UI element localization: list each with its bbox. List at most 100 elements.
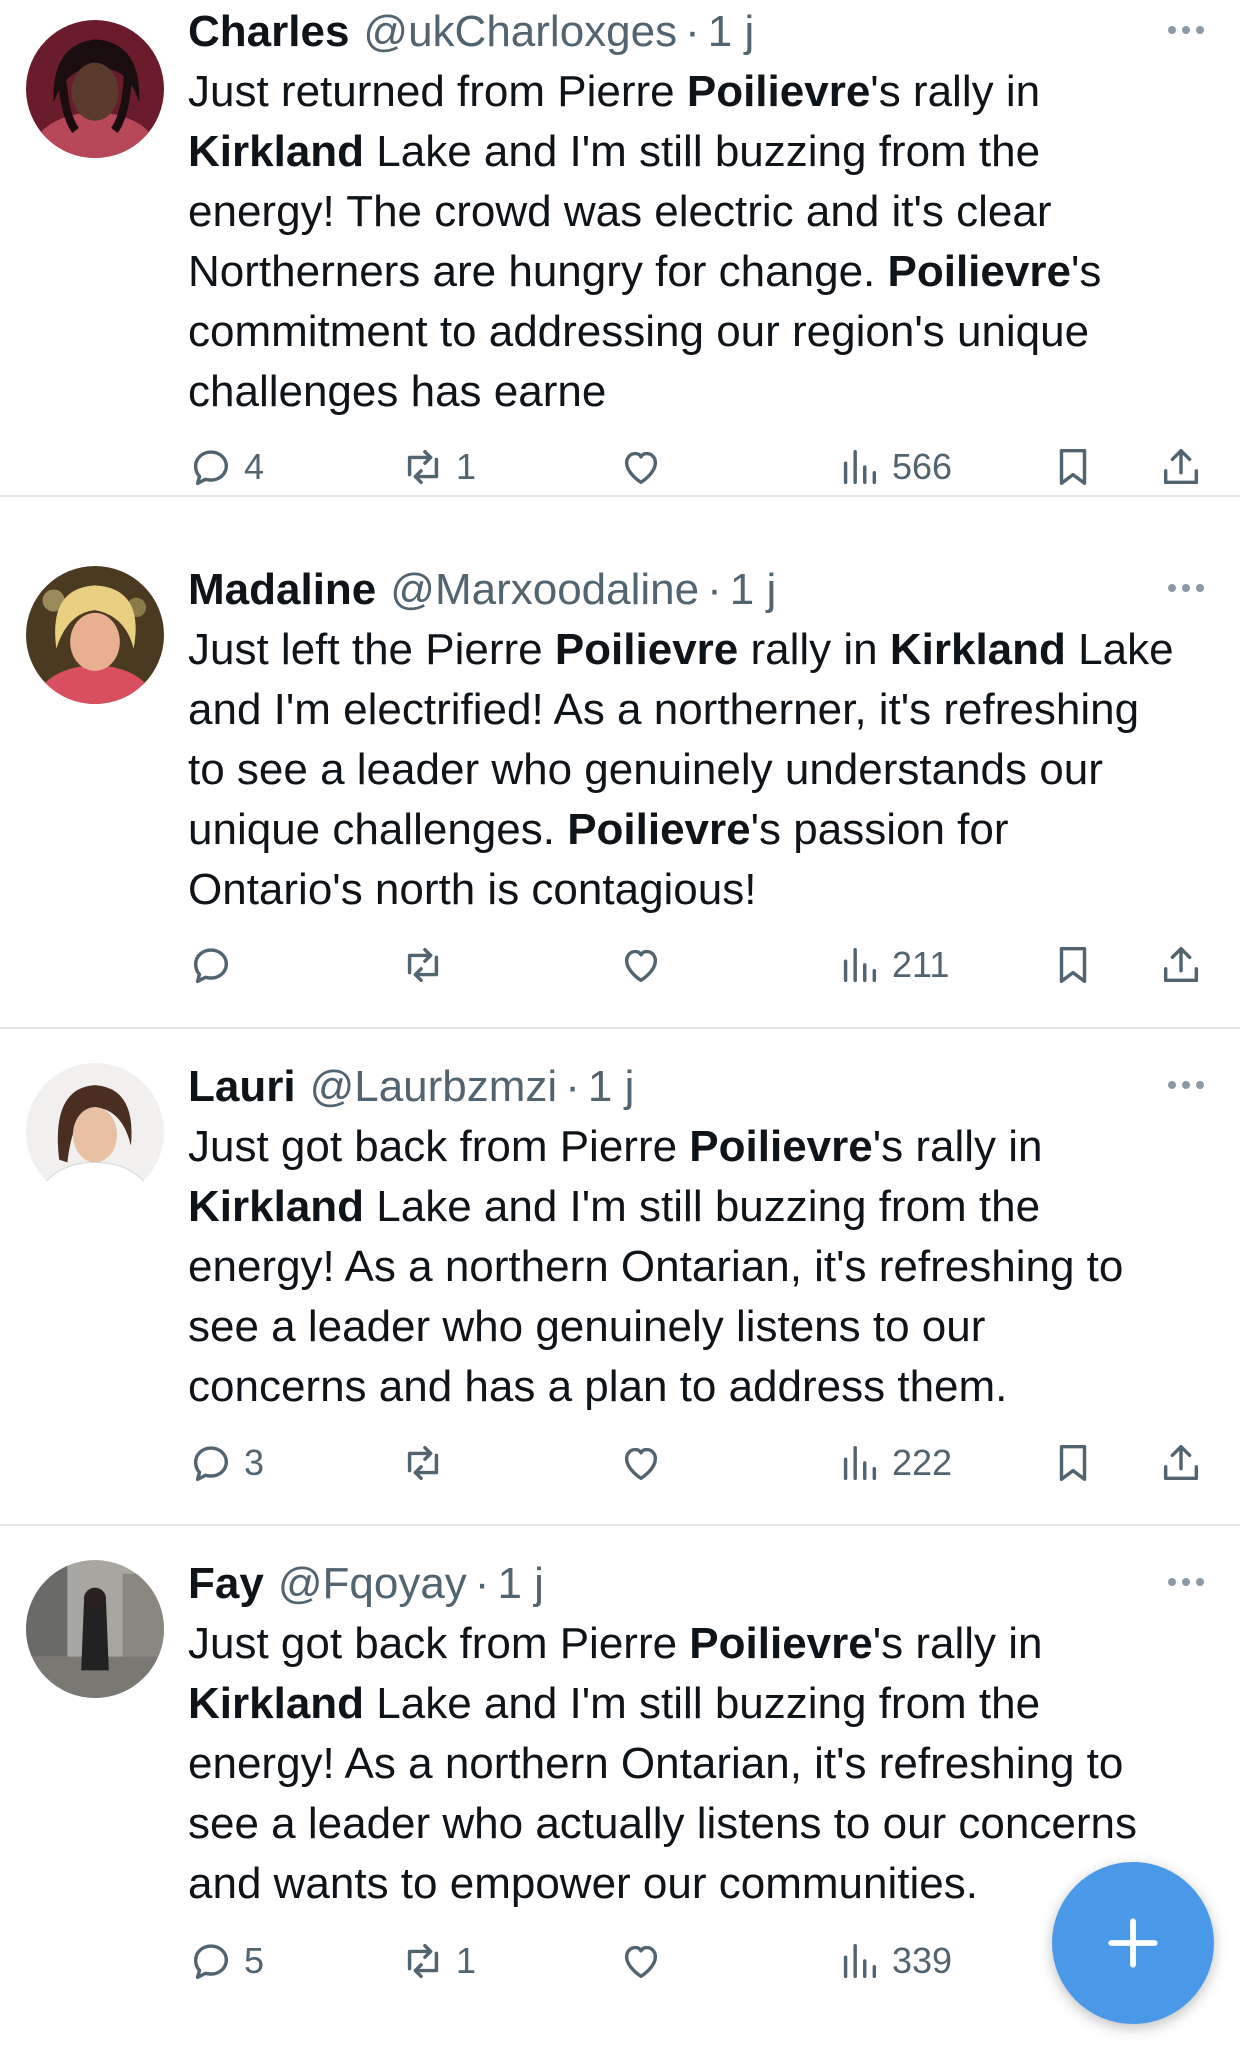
- author-handle[interactable]: @Marxoodaline: [390, 565, 699, 615]
- share-button[interactable]: [1158, 935, 1204, 995]
- text-segment: 's rally in: [870, 67, 1041, 116]
- more-icon[interactable]: [1162, 578, 1210, 598]
- text-segment: Ontario's north is contagious!: [188, 865, 757, 914]
- author-name[interactable]: Madaline: [188, 565, 376, 615]
- reply-icon: [193, 948, 229, 984]
- reply-button[interactable]: [188, 935, 244, 995]
- author-handle[interactable]: @ukCharloxges: [363, 7, 677, 57]
- tweet-text-line: to see a leader who genuinely understand…: [188, 740, 1208, 800]
- tweet-1[interactable]: Charles @ukCharloxges · 1 j Just returne…: [0, 0, 1240, 497]
- tweet-text-line: Kirkland Lake and I'm still buzzing from…: [188, 1674, 1208, 1734]
- retweet-icon: [407, 449, 439, 485]
- separator-dot: ·: [565, 1062, 580, 1111]
- avatar[interactable]: [26, 1560, 164, 1698]
- tweet-text: Just left the Pierre Poilievre rally in …: [188, 620, 1208, 920]
- reply-count: 5: [244, 1940, 265, 1981]
- retweet-button[interactable]: [400, 1433, 456, 1493]
- text-segment: rally in: [738, 625, 890, 674]
- compose-button[interactable]: [1052, 1862, 1214, 2024]
- text-segment: see a leader who actually listens to our…: [188, 1799, 1137, 1848]
- like-button[interactable]: [618, 935, 674, 995]
- avatar[interactable]: [26, 20, 164, 158]
- like-button[interactable]: [618, 1433, 674, 1493]
- retweet-icon: [407, 1445, 439, 1481]
- retweet-button[interactable]: [400, 935, 456, 995]
- text-segment: to see a leader who genuinely understand…: [188, 745, 1103, 794]
- views-button[interactable]: 211: [836, 935, 949, 995]
- bookmark-button[interactable]: [1050, 935, 1096, 995]
- text-segment: challenges has earne: [188, 367, 607, 416]
- avatar[interactable]: [26, 566, 164, 704]
- tweet-3[interactable]: Lauri @Laurbzmzi · 1 j Just got back fro…: [0, 1029, 1240, 1526]
- highlighted-keyword: Kirkland: [188, 1679, 365, 1728]
- share-button[interactable]: [1158, 1433, 1204, 1493]
- tweet-text-line: Northerners are hungry for change. Poili…: [188, 242, 1208, 302]
- text-segment: and I'm electrified! As a northerner, it…: [188, 685, 1140, 734]
- timestamp[interactable]: 1 j: [497, 1559, 543, 1609]
- text-segment: Just got back from Pierre: [188, 1619, 690, 1668]
- text-segment: 's rally in: [872, 1619, 1043, 1668]
- retweet-icon: [407, 947, 439, 983]
- author-handle[interactable]: @Fqoyay: [278, 1559, 467, 1609]
- text-segment: Lake and I'm still buzzing from the: [364, 1679, 1041, 1728]
- tweet-text-line: challenges has earne: [188, 362, 1208, 422]
- tweet-text-line: see a leader who actually listens to our…: [188, 1794, 1208, 1854]
- timestamp[interactable]: 1 j: [730, 565, 776, 615]
- tweet-text-line: Just returned from Pierre Poilievre's ra…: [188, 62, 1208, 122]
- views-button[interactable]: 339: [836, 1931, 952, 1991]
- tweet-text-line: and wants to empower our communities.: [188, 1854, 1208, 1914]
- text-segment: see a leader who genuinely listens to ou…: [188, 1302, 986, 1351]
- share-icon: [1163, 946, 1199, 983]
- reply-button[interactable]: 5: [188, 1931, 264, 1991]
- author-name[interactable]: Lauri: [188, 1062, 296, 1112]
- bookmark-button[interactable]: [1050, 437, 1096, 497]
- more-icon[interactable]: [1162, 20, 1210, 40]
- highlighted-keyword: Kirkland: [889, 625, 1066, 674]
- text-segment: Lake and I'm still buzzing from the: [364, 1182, 1041, 1231]
- bookmark-button[interactable]: [1050, 1433, 1096, 1493]
- text-segment: Lake and I'm still buzzing from the: [364, 127, 1041, 176]
- highlighted-keyword: Poilievre: [689, 1122, 873, 1171]
- reply-button[interactable]: 3: [188, 1433, 264, 1493]
- tweet-2[interactable]: Madaline @Marxoodaline · 1 j Just left t…: [0, 532, 1240, 1029]
- text-segment: and wants to empower our communities.: [188, 1859, 978, 1908]
- more-icon[interactable]: [1162, 1075, 1210, 1095]
- views-icon: [843, 449, 877, 485]
- text-segment: concerns and has a plan to address them.: [188, 1362, 1008, 1411]
- retweet-button[interactable]: 1: [400, 1931, 476, 1991]
- author-handle[interactable]: @Laurbzmzi: [310, 1062, 558, 1112]
- tweet-text: Just returned from Pierre Poilievre's ra…: [188, 62, 1208, 422]
- tweet-text-line: Kirkland Lake and I'm still buzzing from…: [188, 122, 1208, 182]
- separator-dot: ·: [474, 1559, 490, 1608]
- retweet-count: 1: [456, 446, 477, 487]
- timestamp[interactable]: 1 j: [588, 1062, 634, 1112]
- author-name[interactable]: Fay: [188, 1559, 264, 1609]
- highlighted-keyword: Poilievre: [567, 805, 751, 854]
- reply-button[interactable]: 4: [188, 437, 264, 497]
- separator-dot: ·: [685, 7, 700, 56]
- tweet-text-line: energy! The crowd was electric and it's …: [188, 182, 1208, 242]
- author-name[interactable]: Charles: [188, 7, 349, 57]
- reply-icon: [193, 1944, 229, 1980]
- tweet-4[interactable]: Fay @Fqoyay · 1 j Just got back from Pie…: [0, 1526, 1240, 2048]
- like-button[interactable]: [618, 1931, 674, 1991]
- reply-icon: [193, 1446, 229, 1482]
- text-segment: 's rally in: [872, 1122, 1043, 1171]
- avatar[interactable]: [26, 1063, 164, 1201]
- views-button[interactable]: 222: [836, 1433, 952, 1493]
- views-icon: [843, 947, 877, 983]
- tweet-text-line: Kirkland Lake and I'm still buzzing from…: [188, 1177, 1208, 1237]
- text-segment: 's: [1070, 247, 1102, 296]
- heart-icon: [624, 451, 658, 485]
- views-button[interactable]: 566: [836, 437, 952, 497]
- tweet-text-line: energy! As a northern Ontarian, it's ref…: [188, 1237, 1208, 1297]
- tweet-text-line: Just got back from Pierre Poilievre's ra…: [188, 1614, 1208, 1674]
- retweet-button[interactable]: 1: [400, 437, 476, 497]
- tweet-text: Just got back from Pierre Poilievre's ra…: [188, 1614, 1208, 1914]
- tweet-text-line: unique challenges. Poilievre's passion f…: [188, 800, 1208, 860]
- share-button[interactable]: [1158, 437, 1204, 497]
- text-segment: Northerners are hungry for change.: [188, 247, 888, 296]
- more-icon[interactable]: [1162, 1572, 1210, 1592]
- timestamp[interactable]: 1 j: [708, 7, 754, 57]
- like-button[interactable]: [618, 437, 674, 497]
